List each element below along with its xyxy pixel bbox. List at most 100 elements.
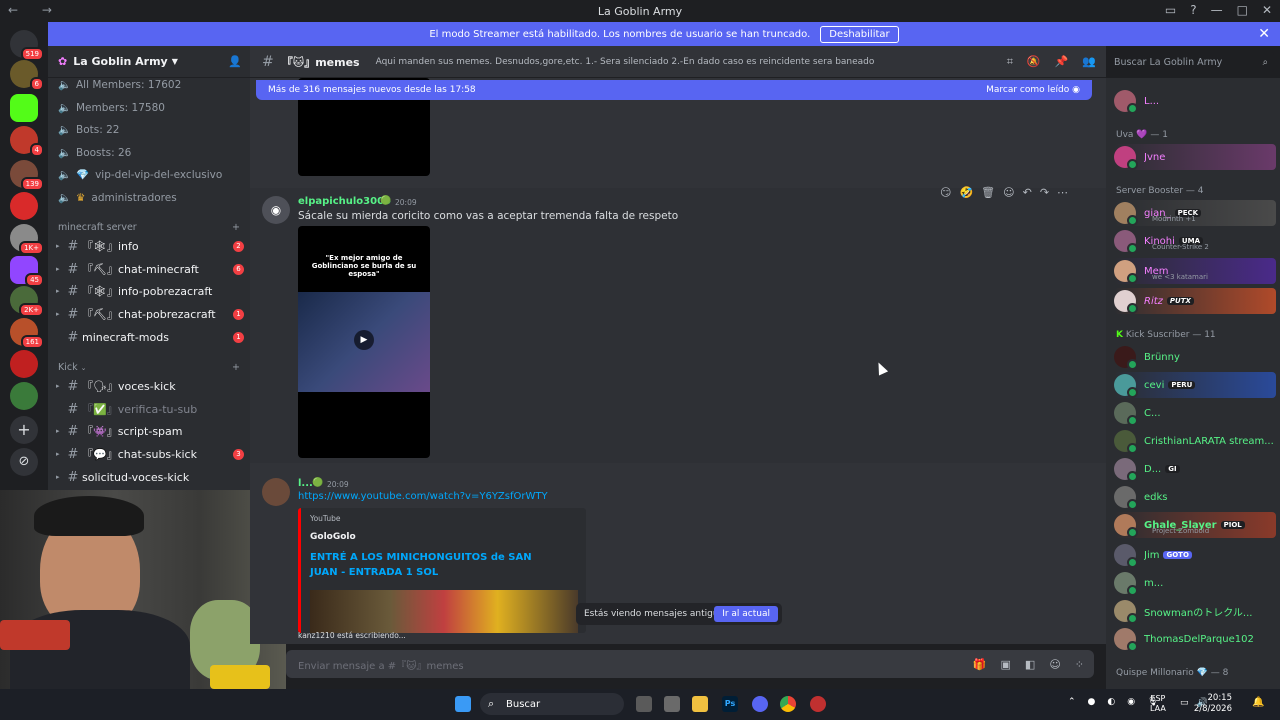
channel-info-pobrezacraft[interactable]: ▸ # 『🕸』info-pobrezacraft xyxy=(56,281,244,301)
avatar[interactable] xyxy=(262,478,290,506)
inbox-icon[interactable]: ▭ xyxy=(1165,3,1176,17)
twitch-server-icon[interactable]: 45 xyxy=(10,256,44,287)
member-item[interactable]: D... GI xyxy=(1114,456,1276,482)
language-indicator[interactable]: ESP LAA xyxy=(1150,694,1166,714)
member-item[interactable]: CristhianLARATA stream... xyxy=(1114,428,1276,454)
channel-info[interactable]: ▸ # 『🕸』info 2 xyxy=(56,236,244,256)
kick-server-icon[interactable] xyxy=(10,94,38,122)
reaction-emoji-icon[interactable]: 🗑 xyxy=(981,186,995,199)
gif-icon[interactable]: ▣ xyxy=(1001,658,1011,671)
embed-author[interactable]: GoloGolo xyxy=(310,532,356,542)
discover-icon[interactable]: ⊘ xyxy=(10,448,38,476)
close-banner-icon[interactable]: ✕ xyxy=(1258,26,1270,42)
notification-bell-icon[interactable]: 🔕 xyxy=(1027,55,1041,69)
direct-messages-icon[interactable]: 519 xyxy=(10,30,44,61)
video-attachment[interactable]: "Ex mejor amigo de Goblinciano se burla … xyxy=(298,226,430,458)
minimize-icon[interactable]: — xyxy=(1211,3,1223,17)
app-icon[interactable] xyxy=(810,696,826,712)
embed-title[interactable]: ENTRÉ A LOS MINICHONGUITOS de SAN JUAN -… xyxy=(310,550,560,580)
channel-script-spam[interactable]: ▸ # 『👾』script-spam xyxy=(56,421,244,441)
message-author[interactable]: l... xyxy=(298,478,313,489)
discord-icon[interactable] xyxy=(752,696,768,712)
reply-icon[interactable]: ↶ xyxy=(1023,186,1032,199)
maximize-icon[interactable]: □ xyxy=(1237,3,1248,17)
member-item[interactable]: Brünny xyxy=(1114,344,1276,370)
avatar[interactable]: ◉ xyxy=(262,196,290,224)
member-item[interactable]: edks xyxy=(1114,484,1276,510)
server-icon[interactable]: 1K+ xyxy=(10,224,44,255)
forward-icon[interactable]: ↷ xyxy=(1040,186,1049,199)
gift-icon[interactable]: 🎁 xyxy=(973,658,987,671)
category-kick[interactable]: Kick ⌄ + xyxy=(58,362,240,373)
new-messages-bar[interactable]: Más de 316 mensajes nuevos desde las 17:… xyxy=(256,80,1092,100)
disable-streamer-button[interactable]: Deshabilitar xyxy=(820,25,899,43)
jump-to-present-button[interactable]: Ir al actual xyxy=(714,606,778,622)
message-link[interactable]: https://www.youtube.com/watch?v=Y6YZsfOr… xyxy=(298,491,548,502)
tray-app-icon[interactable]: ● xyxy=(1088,697,1096,707)
server-icon[interactable]: 4 xyxy=(10,126,44,157)
play-icon[interactable]: ▶ xyxy=(354,330,374,350)
member-list-icon[interactable]: 👥 xyxy=(1082,55,1096,69)
channel-chat-minecraft[interactable]: ▸ # 『⛏』chat-minecraft 6 xyxy=(56,259,244,279)
close-window-icon[interactable]: ✕ xyxy=(1262,3,1272,17)
channel-topic[interactable]: Aqui manden sus memes. Desnudos,gore,etc… xyxy=(376,57,875,67)
server-header[interactable]: ✿ La Goblin Army ▼ 👤 xyxy=(48,46,250,78)
channel-chat-subs-kick[interactable]: ▸ # 『💬』chat-subs-kick 3 xyxy=(56,444,244,464)
emoji-icon[interactable]: ☺ xyxy=(1049,658,1060,671)
apps-icon[interactable]: ⁘ xyxy=(1075,658,1084,671)
sticker-icon[interactable]: ◧ xyxy=(1025,658,1035,671)
server-icon[interactable] xyxy=(10,192,38,220)
member-item[interactable]: Mem we <3 katamari xyxy=(1114,258,1276,284)
channel-solicitud-voces-kick[interactable]: ▸ # solicitud-voces-kick xyxy=(56,467,244,487)
member-item[interactable]: C... xyxy=(1114,400,1276,426)
message-input[interactable]: Enviar mensaje a #『🐱』memes 🎁 ▣ ◧ ☺ ⁘ xyxy=(286,650,1094,678)
channel-chat-pobrezacraft[interactable]: ▸ # 『⛏』chat-pobrezacraft 1 xyxy=(56,304,244,324)
member-item[interactable]: ThomasDelParque102 xyxy=(1114,626,1276,652)
chrome-icon[interactable] xyxy=(780,696,796,712)
add-server-icon[interactable]: + xyxy=(10,416,38,444)
tray-app-icon[interactable]: ◐ xyxy=(1107,697,1115,707)
server-icon[interactable] xyxy=(10,382,38,410)
help-icon[interactable]: ? xyxy=(1190,3,1196,17)
server-icon[interactable]: 161 xyxy=(10,318,44,349)
tray-app-icon[interactable]: ◉ xyxy=(1127,697,1135,707)
member-item[interactable]: m... xyxy=(1114,570,1276,596)
mark-as-read-button[interactable]: Marcar como leído ◉ xyxy=(986,85,1080,95)
channel-voces-kick[interactable]: ▸ # 『🗣』voces-kick xyxy=(56,376,244,396)
member-item[interactable]: L... xyxy=(1114,88,1276,114)
taskbar-search[interactable]: ⌕ Buscar xyxy=(480,693,624,715)
channel-verifica-tu-sub[interactable]: # 『✅』verifica-tu-sub xyxy=(56,399,244,419)
message-author[interactable]: elpapichulo3000 xyxy=(298,196,391,207)
chevron-up-icon[interactable]: ⌃ xyxy=(1068,697,1076,707)
server-icon[interactable] xyxy=(10,350,38,378)
server-icon[interactable]: 6 xyxy=(10,60,44,91)
clock[interactable]: 20:15 2/8/2026 xyxy=(1194,693,1232,715)
task-view-icon[interactable] xyxy=(636,696,652,712)
notifications-icon[interactable]: 🔔 xyxy=(1252,697,1264,708)
channel-minecraft-mods[interactable]: # minecraft-mods 1 xyxy=(56,327,244,347)
member-item[interactable]: Snowmanのトレクル... xyxy=(1114,598,1276,624)
member-item[interactable]: Jvne xyxy=(1114,144,1276,170)
add-channel-icon[interactable]: + xyxy=(232,222,240,233)
server-icon[interactable]: 139 xyxy=(10,160,44,191)
add-reaction-icon[interactable]: ☺ xyxy=(1003,186,1014,199)
file-explorer-icon[interactable] xyxy=(692,696,708,712)
member-item[interactable]: gian_ PECK Modrinth +1 xyxy=(1114,200,1276,226)
member-item[interactable]: Kinohi UMA Counter-Strike 2 xyxy=(1114,228,1276,254)
embed-thumbnail[interactable] xyxy=(310,590,578,633)
member-item[interactable]: Ritz PUTX xyxy=(1114,288,1276,314)
windows-start-icon[interactable] xyxy=(455,696,471,712)
app-icon[interactable] xyxy=(664,696,680,712)
member-item[interactable]: Jim GOTO xyxy=(1114,542,1276,568)
network-icon[interactable]: ▭ xyxy=(1180,698,1189,708)
reaction-emoji-icon[interactable]: 😏 xyxy=(940,186,951,199)
threads-icon[interactable]: ⌗ xyxy=(1007,55,1013,69)
member-item[interactable]: Ghale_Slayer PIOL Project Zomboid xyxy=(1114,512,1276,538)
pin-icon[interactable]: 📌 xyxy=(1055,55,1069,69)
more-options-icon[interactable]: ⋯ xyxy=(1057,186,1068,199)
window-controls[interactable]: ▭? — □ ✕ xyxy=(1165,3,1272,17)
category-minecraft-server[interactable]: minecraft server + xyxy=(58,222,240,233)
photoshop-icon[interactable]: Ps xyxy=(722,696,738,712)
add-channel-icon[interactable]: + xyxy=(232,362,240,373)
reaction-emoji-icon[interactable]: 🤣 xyxy=(959,186,973,199)
